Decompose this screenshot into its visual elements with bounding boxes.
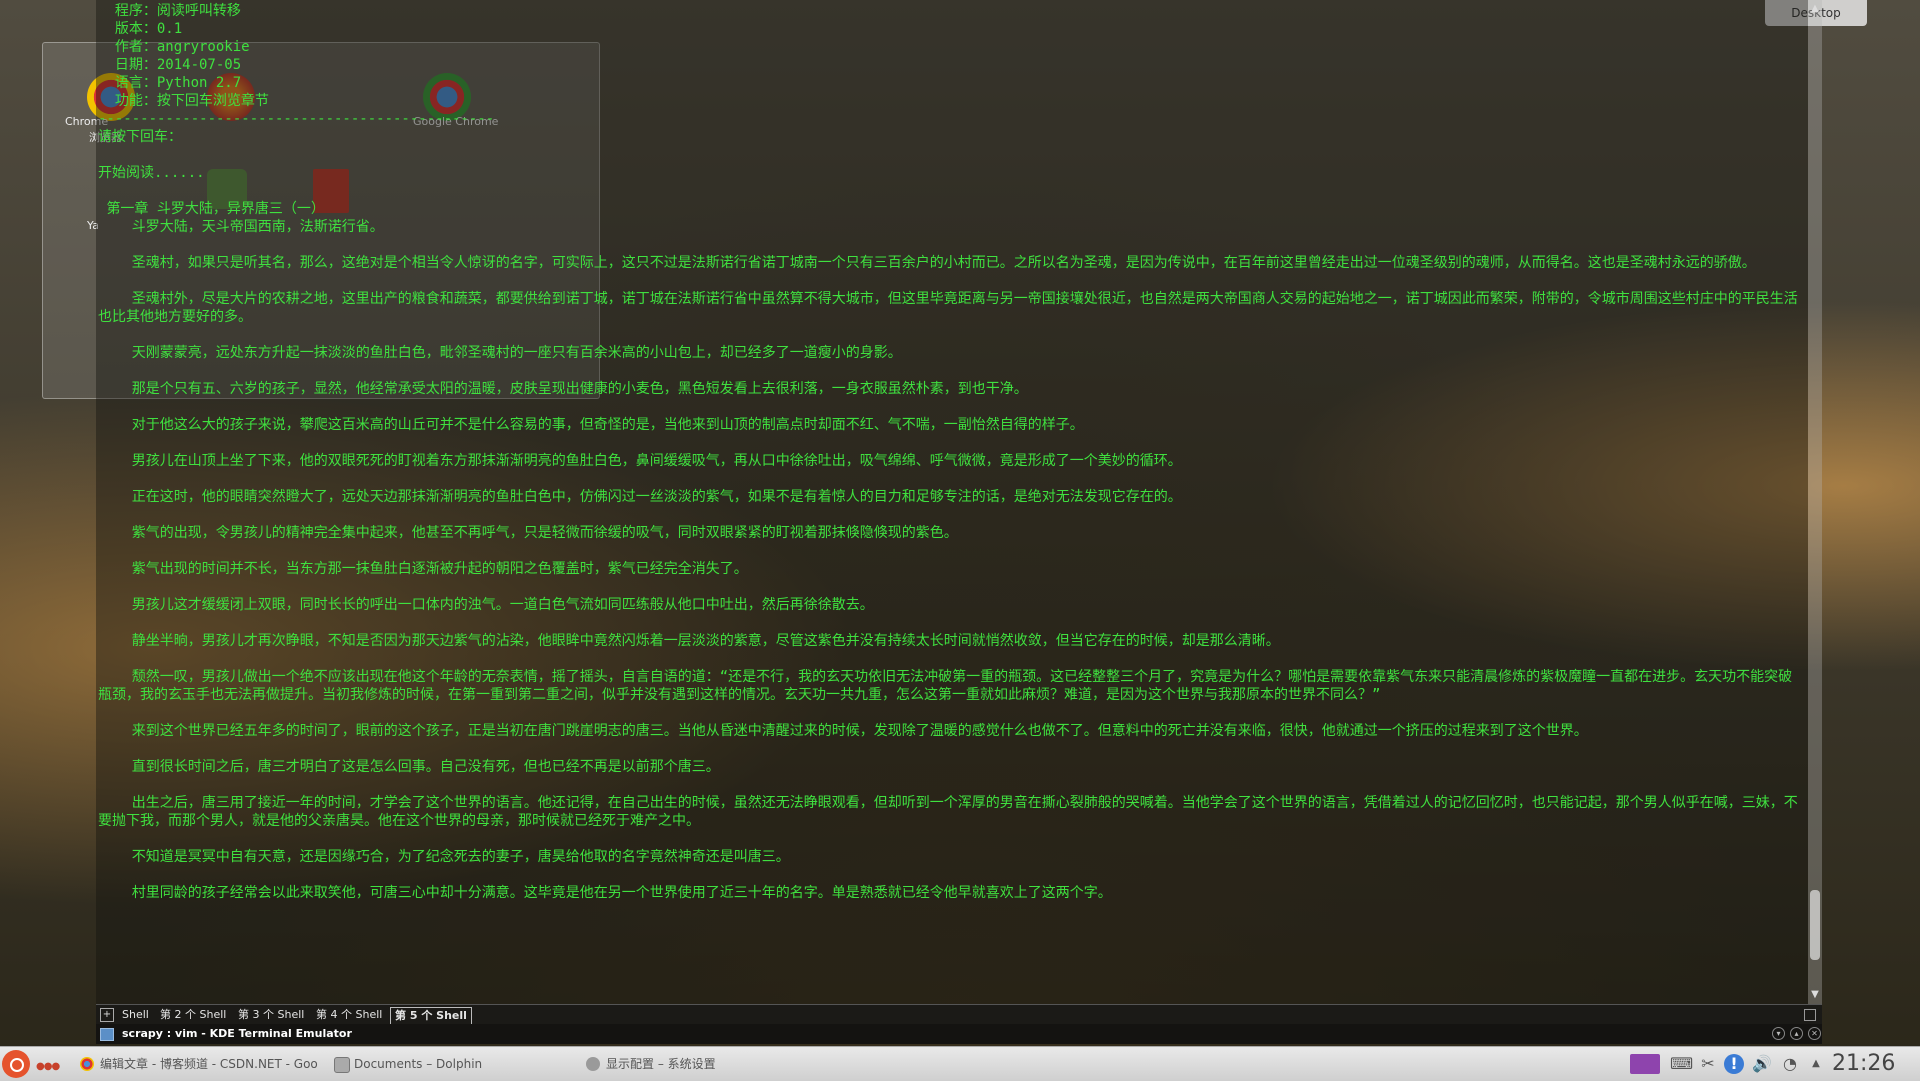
system-settings-icon xyxy=(586,1057,600,1071)
task-dolphin[interactable]: Documents – Dolphin xyxy=(334,1055,544,1073)
maximize-icon[interactable]: ▴ xyxy=(1790,1027,1803,1040)
terminal-line: 圣魂村外，尽是大片的农耕之地，这里出产的粮食和蔬菜，都要供给到诺丁城，诺丁城在法… xyxy=(98,291,1798,325)
terminal-scrollbar[interactable]: ▲ ▼ xyxy=(1808,0,1822,1004)
new-tab-icon[interactable]: + xyxy=(100,1008,114,1022)
close-tab-icon[interactable] xyxy=(1804,1009,1816,1021)
terminal-line: 那是个只有五、六岁的孩子，显然，他经常承受太阳的温暖，皮肤呈现出健康的小麦色，黑… xyxy=(98,381,1028,397)
terminal-line: 直到很长时间之后，唐三才明白了这是怎么回事。自己没有死，但也已经不再是以前那个唐… xyxy=(98,759,720,775)
task-label: Documents – Dolphin xyxy=(354,1057,483,1071)
keyboard-icon[interactable]: ⌨ xyxy=(1670,1054,1693,1074)
tab-shell-1[interactable]: Shell xyxy=(118,1007,153,1023)
task-chrome[interactable]: 编辑文章 - 博客频道 - CSDN.NET - Goo xyxy=(80,1055,340,1073)
terminal-line: 村里同龄的孩子经常会以此来取笑他，可唐三心中却十分满意。这毕竟是他在另一个世界使… xyxy=(98,885,1112,901)
terminal-line: 程序：阅读呼叫转移 xyxy=(98,3,241,19)
terminal-line: 圣魂村，如果只是听其名，那么，这绝对是个相当令人惊讶的名字，可实际上，这只不过是… xyxy=(98,255,1756,271)
terminal-line: 紫气出现的时间并不长，当东方那一抹鱼肚白逐渐被升起的朝阳之色覆盖时，紫气已经完全… xyxy=(98,561,748,577)
task-system-settings[interactable]: 显示配置 – 系统设置 xyxy=(586,1055,796,1073)
terminal-line: 日期：2014-07-05 xyxy=(98,57,242,73)
chrome-icon xyxy=(80,1057,94,1071)
terminal-line: 颓然一叹，男孩儿做出一个绝不应该出现在他这个年龄的无奈表情，摇了摇头，自言自语的… xyxy=(98,669,1793,703)
terminal-line: 出生之后，唐三用了接近一年的时间，才学会了这个世界的语言。他还记得，在自己出生的… xyxy=(98,795,1798,829)
tab-shell-4[interactable]: 第 4 个 Shell xyxy=(312,1007,386,1023)
tray-expand-icon[interactable]: ▲ xyxy=(1806,1054,1826,1074)
taskbar-panel: ●●● 编辑文章 - 博客频道 - CSDN.NET - Goo Documen… xyxy=(0,1046,1920,1081)
terminal-line: 静坐半晌，男孩儿才再次睁眼，不知是否因为那天边紫气的沾染，他眼眸中竟然闪烁着一层… xyxy=(98,633,1280,649)
close-icon[interactable]: ✕ xyxy=(1808,1027,1821,1040)
terminal-line: 正在这时，他的眼睛突然瞪大了，远处天边那抹渐渐明亮的鱼肚白色中，仿佛闪过一丝淡淡… xyxy=(98,489,1182,505)
terminal-output[interactable]: 程序：阅读呼叫转移 版本：0.1 作者：angryrookie 日期：2014-… xyxy=(98,2,1798,998)
tab-shell-2[interactable]: 第 2 个 Shell xyxy=(156,1007,230,1023)
terminal-line: 语言：Python 2.7 xyxy=(98,75,242,91)
terminal-window[interactable]: 程序：阅读呼叫转移 版本：0.1 作者：angryrookie 日期：2014-… xyxy=(96,0,1822,1046)
notification-icon[interactable]: ! xyxy=(1724,1054,1744,1074)
terminal-line: 功能：按下回车浏览章节 xyxy=(98,93,269,109)
minimize-icon[interactable]: ▾ xyxy=(1772,1027,1785,1040)
clock[interactable]: 21:26 xyxy=(1832,1051,1895,1077)
wifi-icon[interactable]: ◔ xyxy=(1780,1054,1800,1074)
scroll-thumb[interactable] xyxy=(1810,890,1820,960)
window-title: scrapy : vim - KDE Terminal Emulator xyxy=(122,1027,352,1040)
tab-shell-3[interactable]: 第 3 个 Shell xyxy=(234,1007,308,1023)
activity-dots-icon[interactable]: ●●● xyxy=(36,1061,60,1072)
input-method-icon[interactable] xyxy=(1630,1054,1660,1074)
terminal-line: 斗罗大陆，天斗帝国西南，法斯诺行省。 xyxy=(98,219,384,235)
volume-icon[interactable]: 🔊 xyxy=(1752,1054,1772,1074)
terminal-line: 不知道是冥冥中自有天意，还是因缘巧合，为了纪念死去的妻子，唐昊给他取的名字竟然神… xyxy=(98,849,790,865)
terminal-app-icon xyxy=(100,1028,114,1041)
terminal-line: 第一章 斗罗大陆，异界唐三（一） xyxy=(98,201,325,217)
terminal-line: ----------------------------------------… xyxy=(98,111,495,127)
terminal-tab-bar: + Shell 第 2 个 Shell 第 3 个 Shell 第 4 个 Sh… xyxy=(96,1004,1822,1025)
terminal-line: 请按下回车： xyxy=(98,129,182,145)
task-label: 显示配置 – 系统设置 xyxy=(606,1057,716,1071)
scroll-down-icon[interactable]: ▼ xyxy=(1808,988,1822,1002)
dolphin-icon xyxy=(334,1057,350,1073)
terminal-line: 作者：angryrookie xyxy=(98,39,250,55)
terminal-line: 对于他这么大的孩子来说，攀爬这百米高的山丘可并不是什么容易的事，但奇怪的是，当他… xyxy=(98,417,1084,433)
terminal-line: 紫气的出现，令男孩儿的精神完全集中起来，他甚至不再呼气，只是轻微而徐缓的吸气，同… xyxy=(98,525,958,541)
terminal-line: 男孩儿这才缓缓闭上双眼，同时长长的呼出一口体内的浊气。一道白色气流如同匹练般从他… xyxy=(98,597,874,613)
terminal-line: 开始阅读...... xyxy=(98,165,205,181)
terminal-line: 男孩儿在山顶上坐了下来，他的双眼死死的盯视着东方那抹渐渐明亮的鱼肚白色，鼻间缓缓… xyxy=(98,453,1182,469)
klipper-icon[interactable]: ✂ xyxy=(1698,1054,1718,1074)
application-launcher-icon[interactable] xyxy=(2,1050,30,1078)
window-titlebar[interactable]: scrapy : vim - KDE Terminal Emulator ▾ ▴… xyxy=(96,1024,1822,1044)
scroll-up-icon[interactable]: ▲ xyxy=(1808,2,1822,16)
terminal-line: 天刚蒙蒙亮，远处东方升起一抹淡淡的鱼肚白色，毗邻圣魂村的一座只有百余米高的小山包… xyxy=(98,345,902,361)
task-label: 编辑文章 - 博客频道 - CSDN.NET - Goo xyxy=(100,1057,318,1071)
tab-shell-5[interactable]: 第 5 个 Shell xyxy=(390,1007,472,1025)
terminal-line: 版本：0.1 xyxy=(98,21,183,37)
terminal-line: 来到这个世界已经五年多的时间了，眼前的这个孩子，正是当初在唐门跳崖明志的唐三。当… xyxy=(98,723,1588,739)
